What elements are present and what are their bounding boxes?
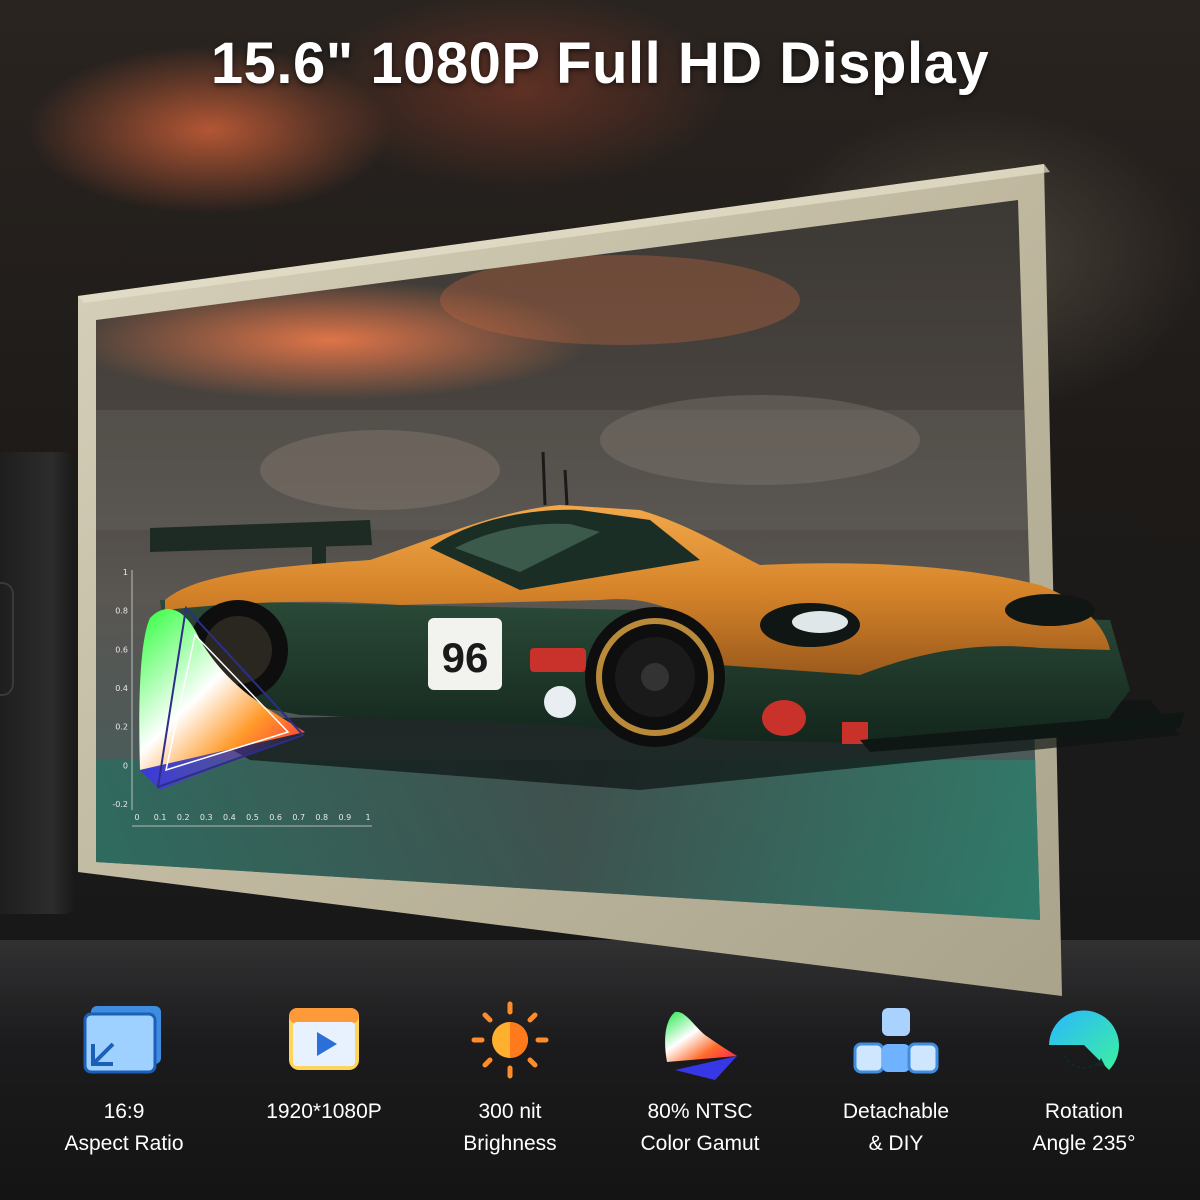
car-number: 96 xyxy=(442,634,489,681)
chart-x-tick-label: 0.1 xyxy=(154,813,167,822)
chart-x-tick-label: 0.6 xyxy=(269,813,282,822)
aspect-ratio-icon xyxy=(83,1006,161,1074)
chart-y-tick-label: -0.2 xyxy=(112,800,128,809)
brightness-icon xyxy=(471,1001,549,1079)
feature-label: Detachable & DIY xyxy=(842,1100,950,1155)
chart-x-tick-label: 0.8 xyxy=(315,813,328,822)
chart-y-tick-label: 0.4 xyxy=(115,684,128,693)
chart-y-tick-label: 0.2 xyxy=(115,723,128,732)
feature-label: 16:9 Aspect Ratio xyxy=(64,1100,184,1155)
chart-x-tick-label: 1 xyxy=(365,813,370,822)
chart-x-tick-label: 0.9 xyxy=(339,813,352,822)
chart-x-tick-label: 0.5 xyxy=(246,813,259,822)
modular-blocks-icon xyxy=(853,1008,939,1074)
chart-y-tick-label: 0.8 xyxy=(115,607,128,616)
feature-row: 16:9Aspect Ratio 1920*1080P 300 nitBri xyxy=(0,1000,1200,1200)
rotation-icon xyxy=(1049,1010,1119,1070)
feature-label: Rotation Angle 235° xyxy=(1032,1100,1136,1155)
portable-monitor: 96 1 0.8 0.6 0.4 0.2 0 -0.2 0 0.1 0.2 0.3 0.4 0.5 0.… xyxy=(78,164,1185,996)
chart-x-tick-label: 0 xyxy=(134,813,139,822)
color-gamut-icon xyxy=(665,1011,737,1080)
chart-x-tick-label: 0.7 xyxy=(292,813,305,822)
feature-label: 1920*1080P xyxy=(266,1100,382,1123)
chart-y-tick-label: 0.6 xyxy=(115,645,128,654)
chart-x-tick-label: 0.2 xyxy=(177,813,190,822)
feature-label: 300 nit Brighness xyxy=(463,1100,557,1155)
chart-x-tick-label: 0.4 xyxy=(223,813,236,822)
chart-y-tick-label: 0 xyxy=(123,761,128,770)
chart-x-tick-label: 0.3 xyxy=(200,813,213,822)
chart-y-tick-label: 1 xyxy=(123,568,128,577)
feature-label: 80% NTSC Color Gamut xyxy=(640,1100,760,1155)
video-player-icon xyxy=(289,1008,359,1070)
